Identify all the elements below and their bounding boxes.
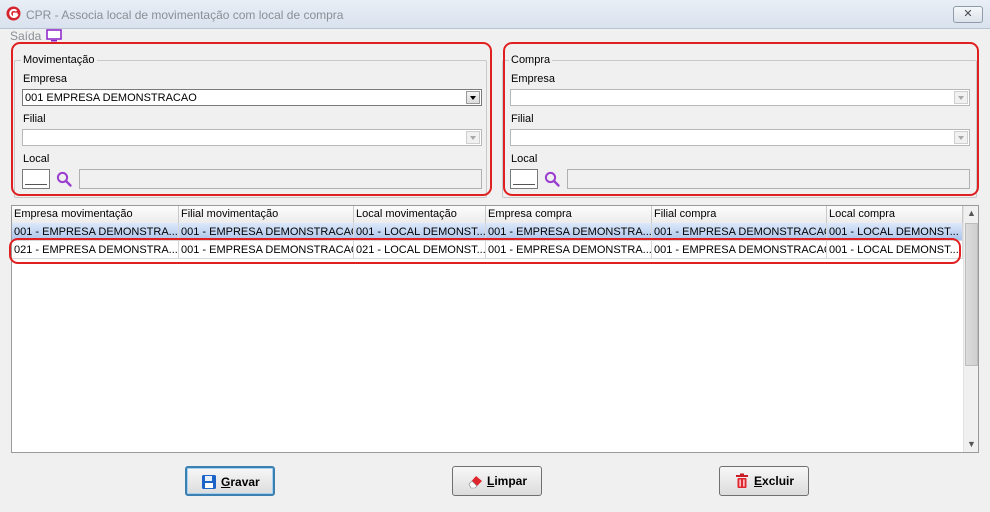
title-bar: CPR - Associa local de movimentação com …	[0, 0, 990, 29]
vertical-scrollbar[interactable]: ▲ ▼	[963, 206, 978, 452]
save-icon	[202, 475, 216, 489]
chevron-down-icon[interactable]: ▼	[964, 437, 978, 452]
menu-saida[interactable]: Saída	[10, 29, 41, 43]
app-logo-icon	[6, 6, 21, 21]
highlight-movimentacao	[11, 42, 492, 196]
window-title: CPR - Associa local de movimentação com …	[26, 8, 344, 22]
close-button[interactable]: ✕	[953, 6, 983, 23]
highlight-compra	[503, 42, 979, 196]
column-header[interactable]: Filial compra	[652, 206, 827, 223]
highlight-row	[9, 238, 961, 264]
column-header[interactable]: Filial movimentação	[179, 206, 354, 223]
eraser-icon	[468, 476, 482, 489]
gravar-label: Gravar	[221, 475, 260, 489]
scrollbar-thumb[interactable]	[965, 223, 978, 366]
trash-icon	[736, 473, 748, 488]
menu-bar: Saída	[0, 29, 990, 43]
column-header[interactable]: Local movimentação	[354, 206, 486, 223]
gravar-button[interactable]: Gravar	[185, 466, 275, 496]
limpar-label: Limpar	[487, 474, 528, 488]
monitor-icon[interactable]	[46, 29, 62, 42]
grid-header: Empresa movimentação Filial movimentação…	[12, 206, 963, 224]
excluir-label: Excluir	[754, 474, 795, 488]
column-header[interactable]: Empresa compra	[486, 206, 652, 223]
chevron-up-icon[interactable]: ▲	[964, 206, 978, 221]
column-header[interactable]: Local compra	[827, 206, 963, 223]
limpar-button[interactable]: Limpar	[452, 466, 542, 496]
excluir-button[interactable]: Excluir	[719, 466, 809, 496]
column-header[interactable]: Empresa movimentação	[12, 206, 179, 223]
